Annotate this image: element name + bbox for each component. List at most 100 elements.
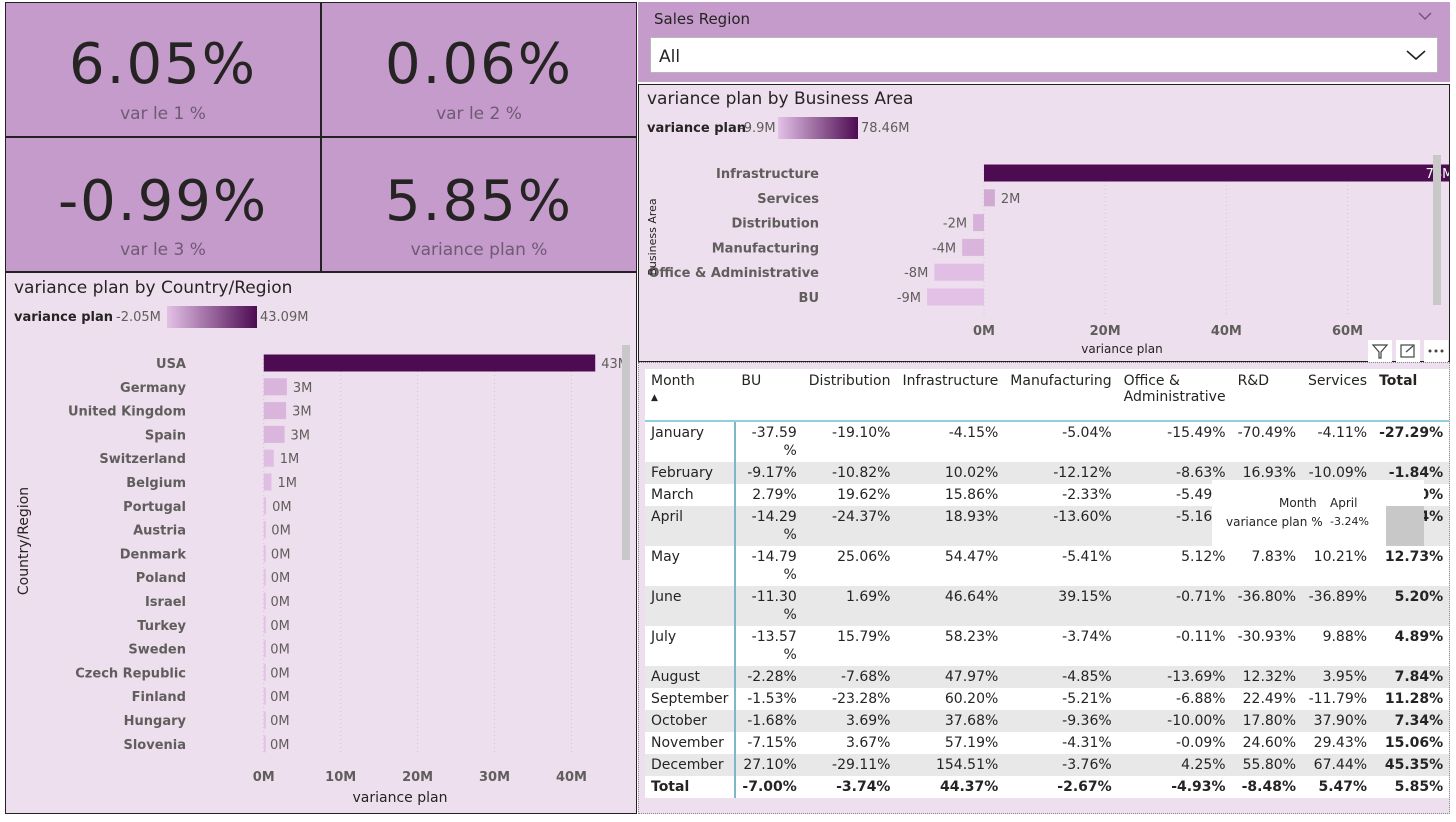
scrollbar[interactable] [622,345,630,560]
value-cell[interactable]: -13.69% [1117,666,1232,688]
value-cell[interactable]: -9.17% [735,462,803,484]
kpi-card-var-le-1[interactable]: 6.05% var le 1 % [5,2,321,137]
value-cell[interactable]: 54.47% [896,546,1005,586]
value-cell[interactable]: 11.28% [1373,688,1450,710]
value-cell[interactable]: 24.60% [1231,732,1303,754]
col-header-services[interactable]: Services [1302,369,1374,422]
total-value-cell[interactable]: -4.93% [1117,776,1232,798]
row-month-cell[interactable]: April [645,506,737,546]
row-month-cell[interactable]: December [645,754,737,776]
col-header-total[interactable]: Total [1373,369,1450,422]
kpi-card-variance-plan[interactable]: 5.85% variance plan % [321,137,637,272]
value-cell[interactable]: -7.68% [802,666,897,688]
value-cell[interactable]: 1.69% [802,586,897,626]
value-cell[interactable]: -11.79% [1302,688,1374,710]
value-cell[interactable]: 57.19% [896,732,1005,754]
total-label-cell[interactable]: Total [645,776,737,798]
value-cell[interactable]: 45.35% [1373,754,1450,776]
value-cell[interactable]: 55.80% [1231,754,1303,776]
value-cell[interactable]: -2.33% [1004,484,1118,506]
value-cell[interactable]: 4.89% [1373,626,1450,666]
value-cell[interactable]: -6.88% [1117,688,1232,710]
table-row[interactable]: August -2.28% -7.68% 47.97% -4.85% -13.69% 12.… [645,666,1450,688]
table-total-row[interactable]: Total -7.00% -3.74% 44.37% -2.67% -4.93% -8.48… [645,776,1450,798]
col-header-office-admin[interactable]: Office & Administrative [1117,369,1232,422]
value-cell[interactable]: -36.89% [1302,586,1374,626]
value-cell[interactable]: 27.10% [735,754,803,776]
row-month-cell[interactable]: January [645,421,737,462]
value-cell[interactable]: 37.68% [896,710,1005,732]
row-month-cell[interactable]: September [645,688,737,710]
business-chart-plot[interactable]: 0M20M40M60M80MInfrastructure78MServices2… [639,85,1449,361]
table-row[interactable]: October -1.68% 3.69% 37.68% -9.36% -10.00% 17.… [645,710,1450,732]
value-cell[interactable]: 15.86% [896,484,1005,506]
value-cell[interactable]: 5.12% [1117,546,1232,586]
value-cell[interactable]: -5.04% [1004,421,1118,462]
value-cell[interactable]: -0.11% [1117,626,1232,666]
value-cell[interactable]: -12.12% [1004,462,1118,484]
table-row[interactable]: May -14.79 % 25.06% 54.47% -5.41% 5.12% 7.83% 1… [645,546,1450,586]
value-cell[interactable]: 47.97% [896,666,1005,688]
value-cell[interactable]: -10.00% [1117,710,1232,732]
col-header-infrastructure[interactable]: Infrastructure [896,369,1005,422]
value-cell[interactable]: 154.51% [896,754,1005,776]
value-cell[interactable]: -29.11% [802,754,897,776]
sales-region-slicer[interactable]: Sales Region All [638,2,1450,82]
value-cell[interactable]: 67.44% [1302,754,1374,776]
kpi-card-var-le-3[interactable]: -0.99% var le 3 % [5,137,321,272]
row-month-cell[interactable]: July [645,626,737,666]
value-cell[interactable]: 10.02% [896,462,1005,484]
value-cell[interactable]: 60.20% [896,688,1005,710]
row-month-cell[interactable]: February [645,462,737,484]
value-cell[interactable]: 18.93% [896,506,1005,546]
row-month-cell[interactable]: October [645,710,737,732]
value-cell[interactable]: -11.30 % [735,586,803,626]
total-value-cell[interactable]: -8.48% [1231,776,1303,798]
value-cell[interactable]: -5.41% [1004,546,1118,586]
table-row[interactable]: July -13.57 % 15.79% 58.23% -3.74% -0.11% -30.… [645,626,1450,666]
value-cell[interactable]: -4.15% [896,421,1005,462]
total-value-cell[interactable]: -7.00% [735,776,803,798]
value-cell[interactable]: 29.43% [1302,732,1374,754]
col-header-rnd[interactable]: R&D [1231,369,1303,422]
value-cell[interactable]: -0.71% [1117,586,1232,626]
total-value-cell[interactable]: -3.74% [802,776,897,798]
scrollbar[interactable] [1433,155,1441,305]
value-cell[interactable]: 39.15% [1004,586,1118,626]
total-value-cell[interactable]: -2.67% [1004,776,1118,798]
value-cell[interactable]: 46.64% [896,586,1005,626]
row-month-cell[interactable]: May [645,546,737,586]
value-cell[interactable]: 19.62% [802,484,897,506]
value-cell[interactable]: -2.28% [735,666,803,688]
value-cell[interactable]: 12.73% [1373,546,1450,586]
value-cell[interactable]: -15.49% [1117,421,1232,462]
value-cell[interactable]: 5.20% [1373,586,1450,626]
value-cell[interactable]: 58.23% [896,626,1005,666]
slicer-dropdown[interactable]: All [650,37,1438,73]
value-cell[interactable]: 17.80% [1231,710,1303,732]
value-cell[interactable]: -70.49% [1231,421,1303,462]
col-header-manufacturing[interactable]: Manufacturing [1004,369,1118,422]
value-cell[interactable]: -4.85% [1004,666,1118,688]
value-cell[interactable]: -13.57 % [735,626,803,666]
value-cell[interactable]: 37.90% [1302,710,1374,732]
value-cell[interactable]: -14.29 % [735,506,803,546]
value-cell[interactable]: -9.36% [1004,710,1118,732]
col-header-distribution[interactable]: Distribution [802,369,897,422]
table-row[interactable]: September -1.53% -23.28% 60.20% -5.21% -6.88%… [645,688,1450,710]
value-cell[interactable]: -1.53% [735,688,803,710]
total-value-cell[interactable]: 5.85% [1373,776,1450,798]
value-cell[interactable]: -36.80% [1231,586,1303,626]
value-cell[interactable]: -37.59 % [735,421,803,462]
row-month-cell[interactable]: March [645,484,737,506]
value-cell[interactable]: -4.31% [1004,732,1118,754]
value-cell[interactable]: 7.34% [1373,710,1450,732]
value-cell[interactable]: -23.28% [802,688,897,710]
value-cell[interactable]: -19.10% [802,421,897,462]
value-cell[interactable]: 12.32% [1231,666,1303,688]
value-cell[interactable]: 4.25% [1117,754,1232,776]
col-header-month[interactable]: Month ▲ [645,369,736,422]
value-cell[interactable]: 2.79% [735,484,803,506]
value-cell[interactable]: 25.06% [802,546,897,586]
kpi-card-var-le-2[interactable]: 0.06% var le 2 % [321,2,637,137]
